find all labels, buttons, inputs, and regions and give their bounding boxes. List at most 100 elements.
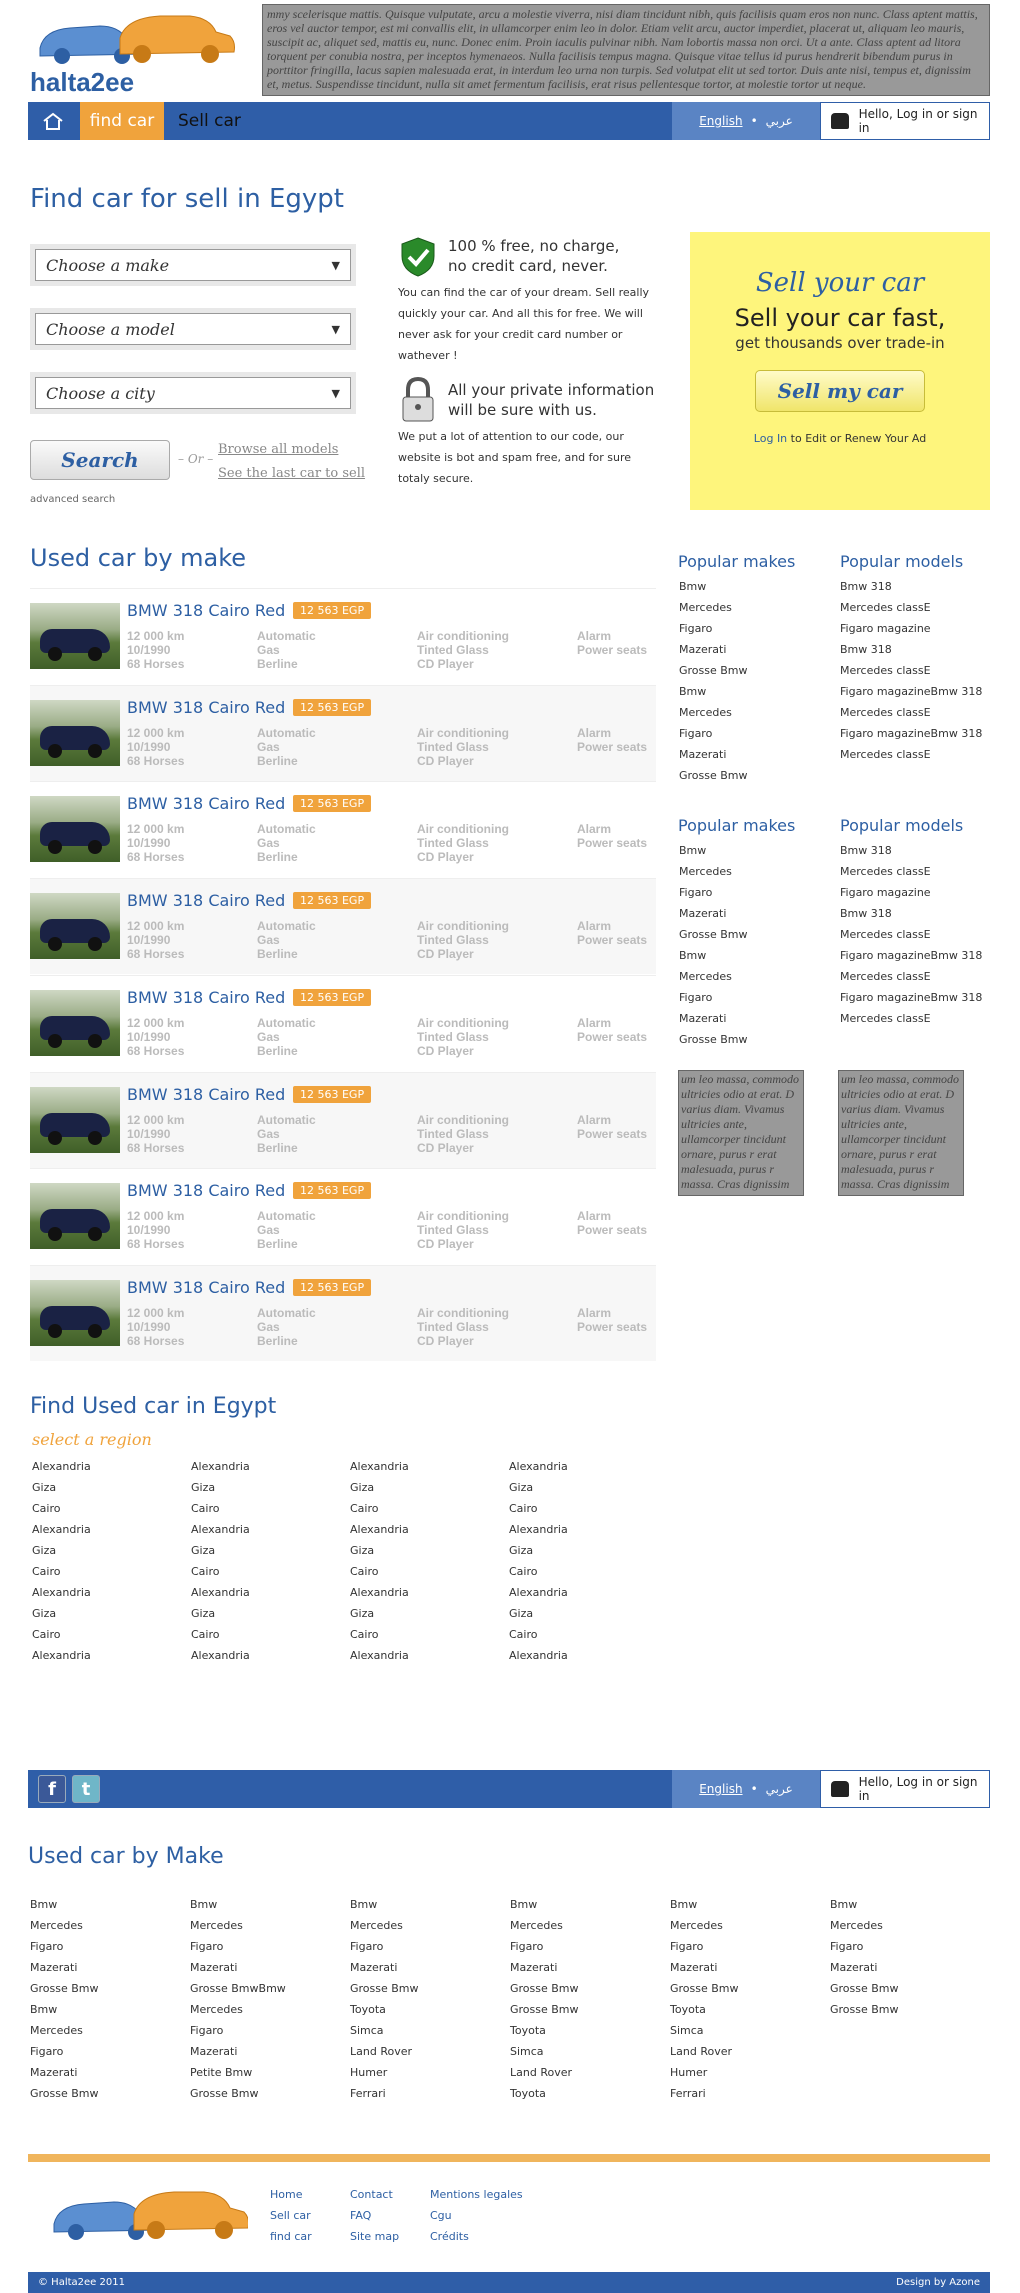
- make-link[interactable]: Humer: [350, 2062, 419, 2083]
- sidebar-link[interactable]: Bmw: [679, 840, 748, 861]
- make-link[interactable]: Toyota: [510, 2083, 579, 2104]
- region-link[interactable]: Cairo: [191, 1624, 250, 1645]
- make-link[interactable]: Mazerati: [830, 1957, 899, 1978]
- make-link[interactable]: Ferrari: [350, 2083, 419, 2104]
- sidebar-link[interactable]: Figaro magazineBmw 318: [840, 723, 982, 744]
- car-title[interactable]: BMW 318 Cairo Red: [127, 601, 285, 620]
- car-title[interactable]: BMW 318 Cairo Red: [127, 1278, 285, 1297]
- region-link[interactable]: Alexandria: [32, 1645, 91, 1666]
- nav-home[interactable]: [28, 102, 78, 140]
- sidebar-link[interactable]: Mercedes: [679, 861, 748, 882]
- make-link[interactable]: Grosse Bmw: [670, 1978, 739, 1999]
- region-link[interactable]: Giza: [509, 1477, 568, 1498]
- region-link[interactable]: Alexandria: [191, 1519, 250, 1540]
- make-link[interactable]: Land Rover: [350, 2041, 419, 2062]
- car-photo[interactable]: [30, 1183, 120, 1250]
- region-link[interactable]: Cairo: [32, 1561, 91, 1582]
- make-link[interactable]: Petite Bmw: [190, 2062, 286, 2083]
- lang-arabic[interactable]: عربي: [766, 114, 793, 128]
- sidebar-link[interactable]: Figaro magazine: [840, 882, 982, 903]
- region-link[interactable]: Giza: [191, 1540, 250, 1561]
- make-link[interactable]: Mercedes: [830, 1915, 899, 1936]
- sidebar-ad-2[interactable]: um leo massa, commodo ultricies odio at …: [838, 1070, 964, 1196]
- car-listing-row[interactable]: BMW 318 Cairo Red 12 563 EGP 12 000 km 10/1…: [30, 974, 656, 1071]
- sidebar-link[interactable]: Mercedes classE: [840, 597, 982, 618]
- sidebar-link[interactable]: Mercedes classE: [840, 966, 982, 987]
- make-link[interactable]: Mazerati: [510, 1957, 579, 1978]
- car-photo[interactable]: [30, 603, 120, 669]
- region-link[interactable]: Cairo: [32, 1624, 91, 1645]
- last-car-link[interactable]: See the last car to sell: [218, 466, 365, 481]
- browse-models-link[interactable]: Browse all models: [218, 442, 338, 457]
- region-link[interactable]: Alexandria: [191, 1456, 250, 1477]
- region-link[interactable]: Cairo: [191, 1498, 250, 1519]
- make-link[interactable]: Bmw: [190, 1894, 286, 1915]
- region-link[interactable]: Giza: [32, 1477, 91, 1498]
- sidebar-link[interactable]: Mazerati: [679, 1008, 748, 1029]
- make-link[interactable]: Mercedes: [30, 1915, 99, 1936]
- region-link[interactable]: Cairo: [509, 1624, 568, 1645]
- sidebar-link[interactable]: Bmw 318: [840, 840, 982, 861]
- sidebar-link[interactable]: Bmw: [679, 681, 748, 702]
- model-select[interactable]: Choose a model ▼: [30, 308, 356, 350]
- footer-login-link[interactable]: Hello, Log in or sign in: [820, 1770, 990, 1808]
- car-photo[interactable]: [30, 1086, 120, 1153]
- region-link[interactable]: Alexandria: [191, 1645, 250, 1666]
- make-link[interactable]: Bmw: [30, 1999, 99, 2020]
- region-link[interactable]: Cairo: [191, 1561, 250, 1582]
- make-link[interactable]: Grosse Bmw: [30, 1978, 99, 1999]
- car-listing-row[interactable]: BMW 318 Cairo Red 12 563 EGP 12 000 km 10/1…: [30, 1264, 656, 1361]
- sidebar-link[interactable]: Mercedes: [679, 966, 748, 987]
- sell-my-car-button[interactable]: Sell my car: [755, 370, 925, 412]
- make-link[interactable]: Toyota: [510, 2020, 579, 2041]
- region-link[interactable]: Alexandria: [350, 1519, 409, 1540]
- make-link[interactable]: Toyota: [670, 1999, 739, 2020]
- region-link[interactable]: Alexandria: [509, 1456, 568, 1477]
- region-link[interactable]: Alexandria: [32, 1519, 91, 1540]
- sidebar-link[interactable]: Figaro magazine: [840, 618, 982, 639]
- region-link[interactable]: Alexandria: [509, 1519, 568, 1540]
- car-listing-row[interactable]: BMW 318 Cairo Red 12 563 EGP 12 000 km 10/1…: [30, 588, 656, 684]
- footer-link[interactable]: find car: [270, 2226, 312, 2247]
- make-link[interactable]: Mazerati: [190, 1957, 286, 1978]
- sidebar-link[interactable]: Mercedes classE: [840, 702, 982, 723]
- footer-link[interactable]: FAQ: [350, 2205, 399, 2226]
- footer-link[interactable]: Contact: [350, 2184, 399, 2205]
- advanced-search-link[interactable]: advanced search: [30, 494, 115, 505]
- make-link[interactable]: Toyota: [350, 1999, 419, 2020]
- make-link[interactable]: Mazerati: [190, 2041, 286, 2062]
- make-link[interactable]: Land Rover: [670, 2041, 739, 2062]
- car-photo[interactable]: [30, 893, 120, 960]
- car-listing-row[interactable]: BMW 318 Cairo Red 12 563 EGP 12 000 km 10/1…: [30, 1168, 656, 1264]
- footer-lang-arabic[interactable]: عربي: [766, 1782, 793, 1796]
- car-photo[interactable]: [30, 1279, 120, 1346]
- make-link[interactable]: Mazerati: [30, 1957, 99, 1978]
- region-link[interactable]: Cairo: [350, 1498, 409, 1519]
- make-link[interactable]: Bmw: [510, 1894, 579, 1915]
- footer-link[interactable]: Home: [270, 2184, 312, 2205]
- car-photo[interactable]: [30, 699, 120, 766]
- footer-link[interactable]: Cgu: [430, 2205, 523, 2226]
- sidebar-link[interactable]: Bmw 318: [840, 576, 982, 597]
- make-link[interactable]: Figaro: [30, 1936, 99, 1957]
- make-link[interactable]: Bmw: [830, 1894, 899, 1915]
- make-link[interactable]: Grosse Bmw: [830, 1978, 899, 1999]
- car-photo[interactable]: [30, 796, 120, 863]
- search-button[interactable]: Search: [30, 440, 170, 480]
- sidebar-link[interactable]: Figaro magazineBmw 318: [840, 681, 982, 702]
- sidebar-link[interactable]: Grosse Bmw: [679, 924, 748, 945]
- region-link[interactable]: Giza: [350, 1477, 409, 1498]
- make-link[interactable]: Bmw: [350, 1894, 419, 1915]
- make-link[interactable]: Mazerati: [670, 1957, 739, 1978]
- make-link[interactable]: Mercedes: [30, 2020, 99, 2041]
- facebook-button[interactable]: f: [38, 1775, 66, 1803]
- car-title[interactable]: BMW 318 Cairo Red: [127, 891, 285, 910]
- region-link[interactable]: Cairo: [32, 1498, 91, 1519]
- sidebar-link[interactable]: Figaro: [679, 882, 748, 903]
- sidebar-link[interactable]: Mercedes classE: [840, 660, 982, 681]
- make-link[interactable]: Grosse Bmw: [830, 1999, 899, 2020]
- sidebar-link[interactable]: Figaro magazineBmw 318: [840, 945, 982, 966]
- region-link[interactable]: Alexandria: [32, 1456, 91, 1477]
- sidebar-link[interactable]: Grosse Bmw: [679, 765, 748, 786]
- region-link[interactable]: Cairo: [350, 1624, 409, 1645]
